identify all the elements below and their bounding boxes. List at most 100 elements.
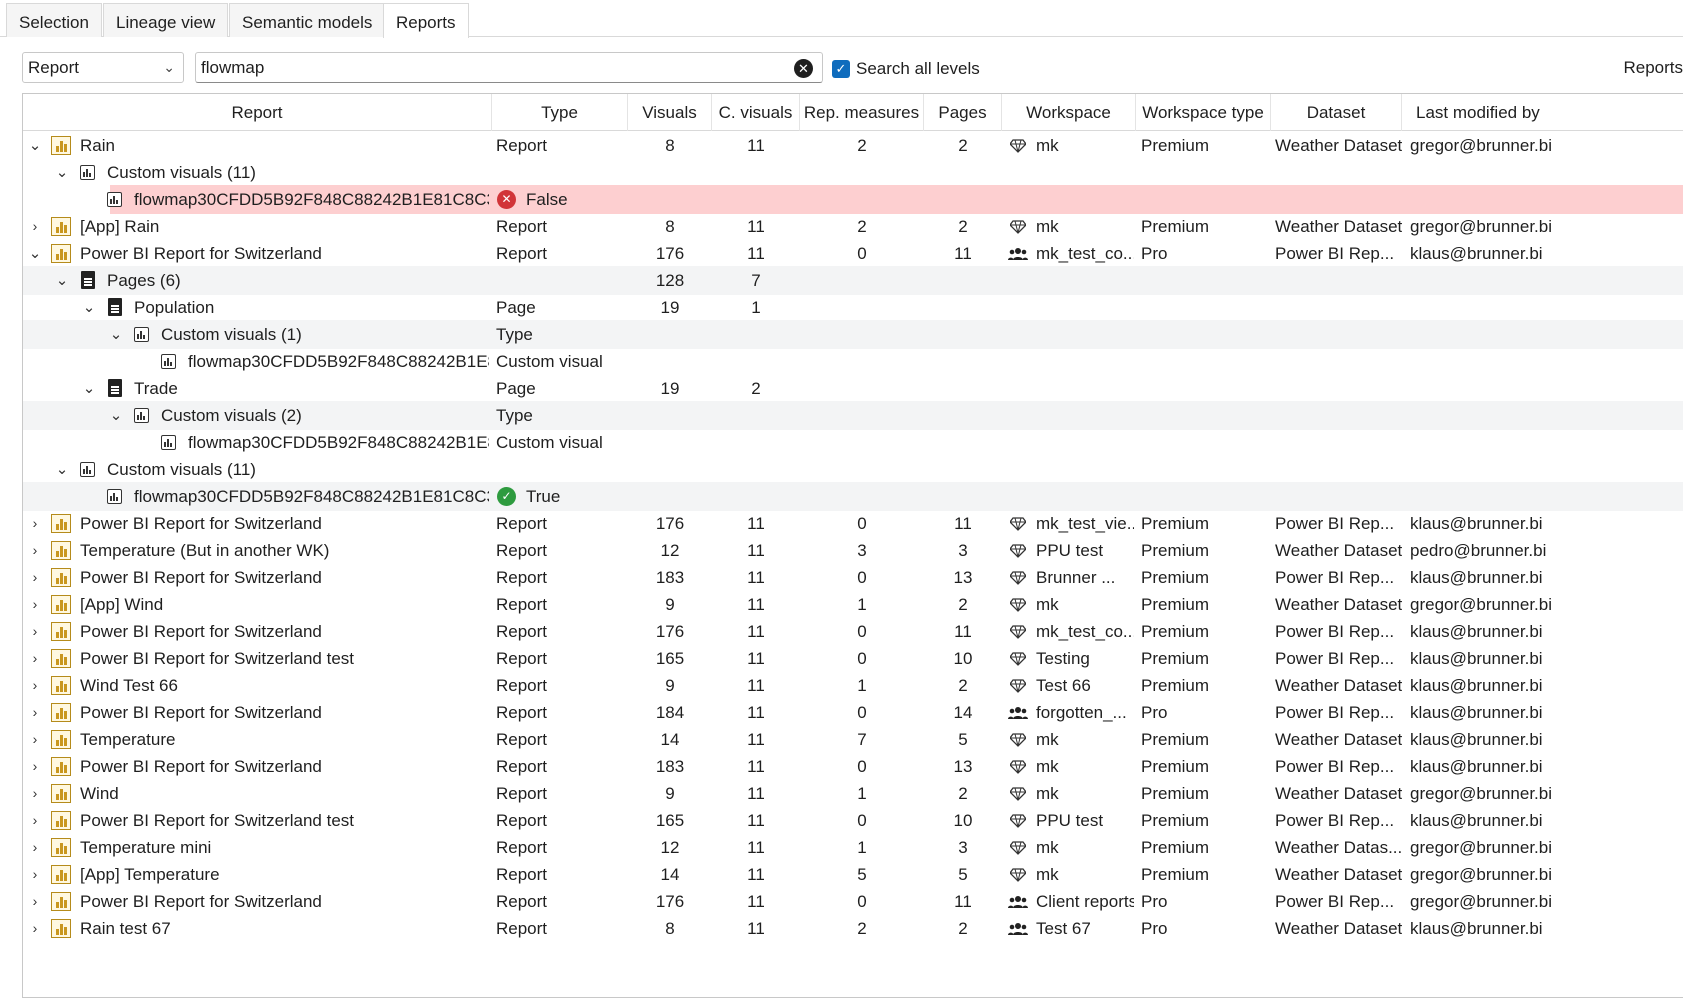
tree-row[interactable]: › Power BI Report for Switzerland Report 17…: [23, 617, 1683, 646]
chevron-down-icon[interactable]: ⌄: [107, 320, 125, 349]
column-header-visuals[interactable]: Visuals: [628, 94, 712, 131]
tree-row[interactable]: ⌄ Power BI Report for Switzerland Report 17…: [23, 239, 1683, 268]
filter-level-value: Report: [28, 58, 80, 77]
column-header-workspace-type[interactable]: Workspace type: [1136, 94, 1271, 131]
row-dataset: Weather Datas...: [1275, 838, 1402, 857]
row-name: Power BI Report for Switzerland test: [80, 811, 355, 830]
tree-row[interactable]: ⌄ Custom visuals (2) Type: [23, 401, 1683, 430]
row-name: Power BI Report for Switzerland: [80, 568, 322, 587]
tree-row[interactable]: ⌄ Rain Report 8 11 2 2 mk Premium Weather Dataset…: [23, 131, 1683, 160]
chevron-right-icon[interactable]: ›: [26, 779, 44, 808]
row-workspace: Client reports: [1036, 892, 1134, 911]
tab-lineage-view[interactable]: Lineage view: [103, 3, 229, 37]
tree-row[interactable]: › Temperature (But in another WK) Report 12…: [23, 536, 1683, 565]
tree-row[interactable]: › Power BI Report for Switzerland test Rep…: [23, 806, 1683, 835]
tab-selection[interactable]: Selection: [6, 3, 102, 37]
chevron-right-icon[interactable]: ›: [26, 536, 44, 565]
tab-semantic-models[interactable]: Semantic models: [229, 3, 386, 37]
tree-row[interactable]: ⌄ Population Page 19 1: [23, 293, 1683, 322]
row-last-modified-by: [1410, 185, 1683, 214]
chevron-right-icon[interactable]: ›: [26, 806, 44, 835]
chevron-down-icon[interactable]: ⌄: [80, 293, 98, 322]
tree-row[interactable]: ⌄ Custom visuals (11): [23, 455, 1683, 484]
search-all-levels-checkbox[interactable]: ✓: [832, 59, 850, 78]
row-visuals: 176: [655, 622, 685, 641]
chevron-right-icon[interactable]: ›: [26, 671, 44, 700]
tree-row[interactable]: › Rain test 67 Report 8 11 2 2 Test 67 Pro Weathe…: [23, 914, 1683, 943]
chevron-right-icon[interactable]: ›: [26, 212, 44, 241]
tree-row[interactable]: › Power BI Report for Switzerland Report 18…: [23, 698, 1683, 727]
row-workspace: mk: [1036, 595, 1059, 614]
chevron-right-icon[interactable]: ›: [26, 725, 44, 754]
chevron-right-icon[interactable]: ›: [26, 590, 44, 619]
chevron-right-icon[interactable]: ›: [26, 617, 44, 646]
filter-level-select[interactable]: Report ⌄: [22, 52, 184, 83]
row-dataset: [1275, 158, 1402, 187]
tree-row[interactable]: flowmap30CFDD5B92F848C88242B1E81C8C33C7 ✕…: [23, 185, 1683, 214]
tree-row[interactable]: ⌄ Trade Page 19 2: [23, 374, 1683, 403]
row-type: Report: [496, 649, 548, 668]
pro-people-icon: [1007, 239, 1029, 268]
report-chart-icon: [51, 649, 71, 668]
clear-search-icon[interactable]: ✕: [794, 59, 813, 78]
tree-row[interactable]: flowmap30CFDD5B92F848C88242B1E81C8C33C7 ✓…: [23, 482, 1683, 511]
tree-row[interactable]: › Power BI Report for Switzerland Report 17…: [23, 887, 1683, 916]
search-all-levels-option[interactable]: ✓ Search all levels: [832, 57, 980, 78]
chevron-right-icon[interactable]: ›: [26, 509, 44, 538]
row-visuals: 165: [655, 649, 685, 668]
row-name: Wind Test 66: [80, 676, 178, 695]
chevron-right-icon[interactable]: ›: [26, 698, 44, 727]
tree-row[interactable]: flowmap30CFDD5B92F848C88242B1E81... Custo…: [23, 428, 1683, 457]
tree-row[interactable]: ⌄ Custom visuals (1) Type: [23, 320, 1683, 349]
column-header-report[interactable]: Report: [23, 94, 492, 131]
tree-row[interactable]: › Power BI Report for Switzerland test Rep…: [23, 644, 1683, 673]
tree-row[interactable]: ⌄ Custom visuals (11): [23, 158, 1683, 187]
chevron-right-icon[interactable]: ›: [26, 644, 44, 673]
chevron-down-icon[interactable]: ⌄: [107, 401, 125, 430]
row-workspace: [1036, 347, 1134, 376]
search-input[interactable]: [199, 53, 759, 82]
chevron-right-icon[interactable]: ›: [26, 887, 44, 916]
column-header-workspace[interactable]: Workspace: [1002, 94, 1136, 131]
column-header-c-visuals[interactable]: C. visuals: [712, 94, 800, 131]
chevron-right-icon[interactable]: ›: [26, 860, 44, 889]
row-type: [496, 158, 646, 187]
row-c-visuals: 11: [747, 568, 765, 587]
tree-row[interactable]: › Power BI Report for Switzerland Report 18…: [23, 752, 1683, 781]
column-header-dataset[interactable]: Dataset: [1271, 94, 1402, 131]
tree-row[interactable]: › Power BI Report for Switzerland Report 17…: [23, 509, 1683, 538]
chevron-right-icon[interactable]: ›: [26, 563, 44, 592]
tree-row[interactable]: › [App] Temperature Report 14 11 5 5 mk Premium W…: [23, 860, 1683, 889]
column-header-pages[interactable]: Pages: [924, 94, 1002, 131]
chevron-right-icon[interactable]: ›: [26, 833, 44, 862]
search-box[interactable]: ✕: [195, 52, 823, 83]
tree-row[interactable]: › Temperature Report 14 11 7 5 mk Premium Weather…: [23, 725, 1683, 754]
row-workspace: [1036, 428, 1134, 457]
row-rep-measures: 0: [857, 649, 867, 668]
chevron-down-icon[interactable]: ⌄: [53, 455, 71, 484]
row-visuals: [628, 158, 712, 187]
tree-row[interactable]: › Wind Test 66 Report 9 11 1 2 Test 66 Premium We…: [23, 671, 1683, 700]
column-header-type[interactable]: Type: [492, 94, 628, 131]
tree-row[interactable]: › Temperature mini Report 12 11 1 3 mk Premium We…: [23, 833, 1683, 862]
column-header-last-modified-by[interactable]: Last modified by: [1402, 94, 1683, 131]
chevron-right-icon[interactable]: ›: [26, 914, 44, 943]
chevron-down-icon[interactable]: ⌄: [53, 158, 71, 187]
row-visuals: 14: [660, 865, 680, 884]
tree-row[interactable]: › [App] Wind Report 9 11 1 2 mk Premium Weather D…: [23, 590, 1683, 619]
column-header-rep-measures[interactable]: Rep. measures: [800, 94, 924, 131]
tree-row[interactable]: ⌄ Pages (6) 128 7: [23, 266, 1683, 295]
tree-row[interactable]: › [App] Rain Report 8 11 2 2 mk Premium Weather D…: [23, 212, 1683, 241]
tree-row[interactable]: › Power BI Report for Switzerland Report 18…: [23, 563, 1683, 592]
chevron-down-icon[interactable]: ⌄: [26, 131, 44, 160]
row-c-visuals: 11: [747, 217, 765, 236]
report-chart-icon: [51, 919, 71, 938]
chevron-down-icon[interactable]: ⌄: [80, 374, 98, 403]
chevron-right-icon[interactable]: ›: [26, 752, 44, 781]
tree-row[interactable]: flowmap30CFDD5B92F848C88242B1E81... Custo…: [23, 347, 1683, 376]
chevron-down-icon[interactable]: ⌄: [26, 239, 44, 268]
chevron-down-icon[interactable]: ⌄: [53, 266, 71, 295]
tree-row[interactable]: › Wind Report 9 11 1 2 mk Premium Weather Dataset…: [23, 779, 1683, 808]
tab-reports[interactable]: Reports: [383, 3, 469, 38]
row-dataset: Power BI Rep...: [1275, 757, 1395, 776]
